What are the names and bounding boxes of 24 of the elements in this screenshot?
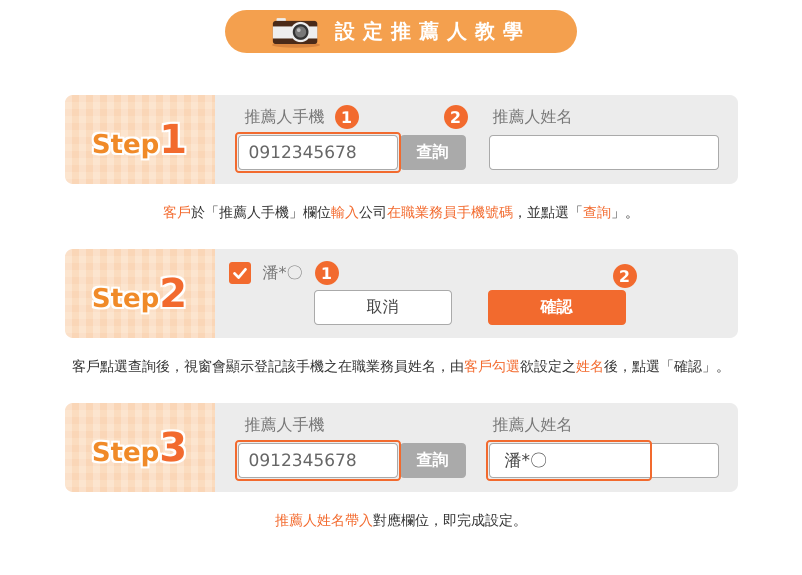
step-marker: 1 [334,105,358,129]
phone-field[interactable]: 0912345678 [238,443,398,478]
step-marker: 2 [444,105,468,129]
name-option[interactable]: 潘*〇 [262,262,302,284]
name-field[interactable] [488,135,718,170]
step-marker: 2 [612,264,636,288]
cancel-button[interactable]: 取消 [314,290,452,325]
page-title: 設定推薦人教學 [335,18,531,45]
step-caption: 客戶點選查詢後，視窗會顯示登記該手機之在職業務員姓名，由客戶勾選欲設定之姓名後，點選「確認」。 [72,358,730,376]
confirm-button[interactable]: 確認 [488,290,626,325]
camera-icon [271,16,321,48]
field-label: 推薦人姓名 [492,106,572,128]
step-marker: 1 [314,261,338,285]
field-label: 推薦人手機 [244,106,324,128]
phone-field[interactable]: 0912345678 [238,135,398,170]
step-caption: 客戶於「推薦人手機」欄位輸入公司在職業務員手機號碼，並點選「查詢」。 [163,204,639,222]
checkbox[interactable] [228,262,250,284]
field-label: 推薦人姓名 [492,414,572,436]
field-label: 推薦人手機 [244,414,324,436]
step-caption: 推薦人姓名帶入對應欄位，即完成設定。 [275,512,527,530]
step-label: Step 1 [92,120,188,160]
name-field[interactable]: 潘*〇 [488,443,718,478]
step-label: Step2 [92,274,188,314]
step-label: Step3 [92,428,188,468]
